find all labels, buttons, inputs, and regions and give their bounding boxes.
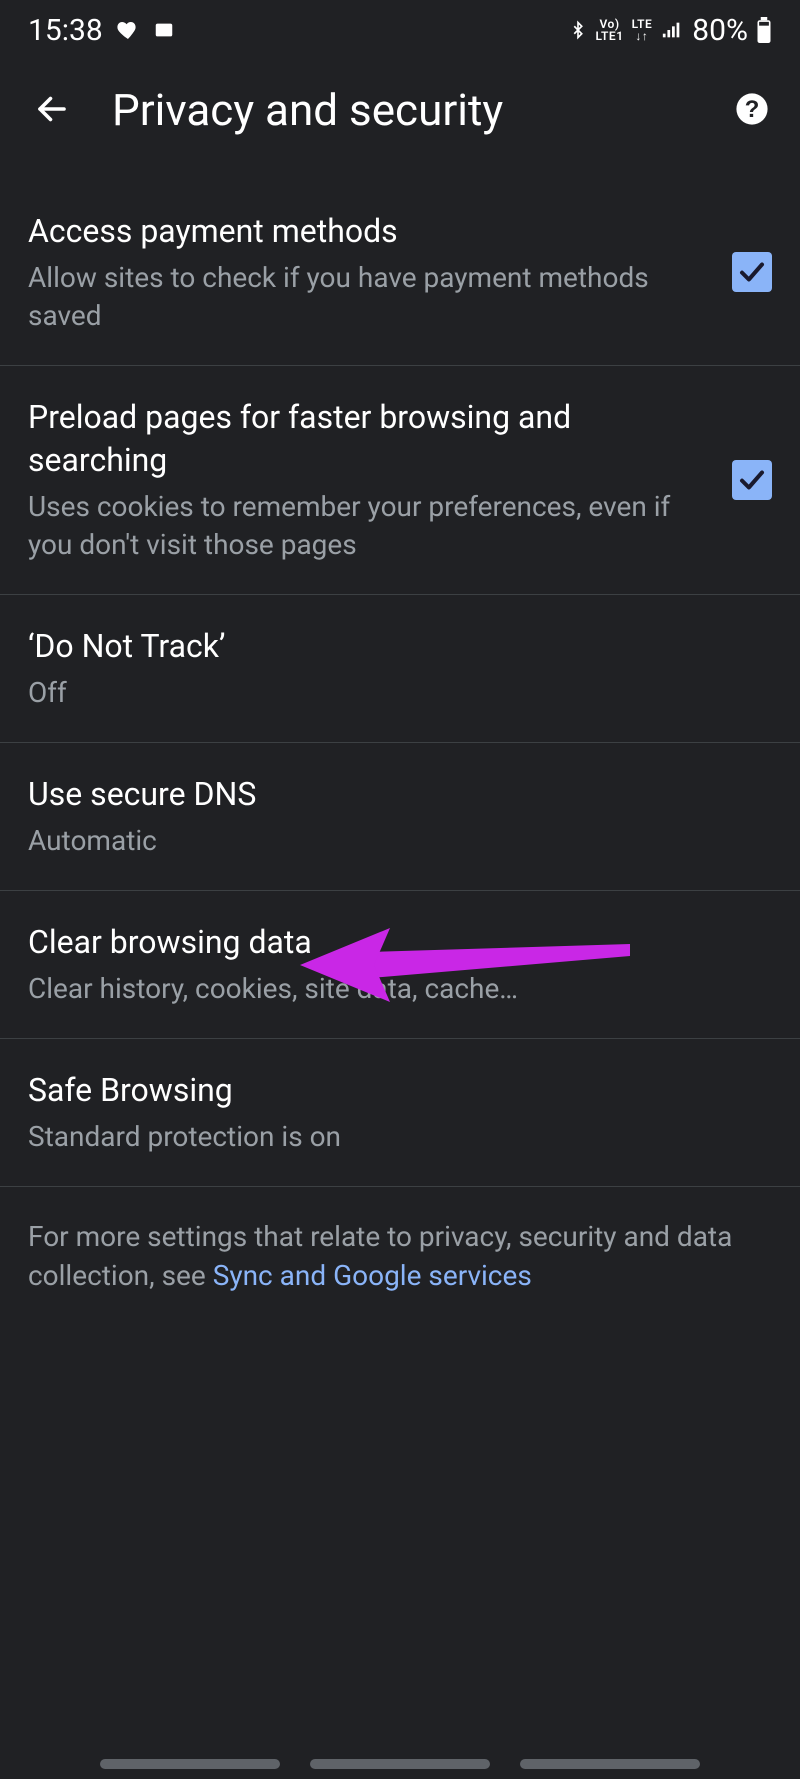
nav-pill[interactable] [310,1759,490,1769]
checkbox-preload[interactable] [732,460,772,500]
lte-data-indicator: LTE↓↑ [632,18,653,42]
setting-title: Use secure DNS [28,773,748,816]
setting-text: Access payment methods Allow sites to ch… [28,210,732,335]
status-bar: 15:38 Vo)LTE1 LTE↓↑ 80% [0,0,800,60]
battery-percent: 80% [692,13,748,48]
setting-subtitle: Standard protection is on [28,1118,748,1156]
help-button[interactable]: ? [732,90,772,130]
heart-icon [115,18,141,42]
check-icon [737,257,767,287]
setting-title: Access payment methods [28,210,708,253]
setting-title: ‘Do Not Track’ [28,625,748,668]
setting-text: Safe Browsing Standard protection is on [28,1069,772,1156]
nav-pill[interactable] [100,1759,280,1769]
setting-do-not-track[interactable]: ‘Do Not Track’ Off [0,595,800,743]
status-left: 15:38 [28,13,175,48]
back-button[interactable] [28,86,76,134]
settings-list: Access payment methods Allow sites to ch… [0,160,800,1325]
setting-text: Use secure DNS Automatic [28,773,772,860]
help-icon: ? [735,92,769,129]
status-right: Vo)LTE1 LTE↓↑ 80% [569,13,772,48]
setting-subtitle: Automatic [28,822,748,860]
signal-icon [660,19,684,41]
card-icon [153,19,175,41]
arrow-left-icon [34,91,70,130]
check-icon [737,465,767,495]
page-title: Privacy and security [112,84,696,136]
lte-indicator: Vo)LTE1 [595,18,623,42]
battery-icon [756,17,772,43]
setting-access-payment-methods[interactable]: Access payment methods Allow sites to ch… [0,160,800,366]
gesture-nav-bar [0,1759,800,1769]
setting-preload-pages[interactable]: Preload pages for faster browsing and se… [0,366,800,595]
svg-text:?: ? [745,95,760,122]
setting-subtitle: Uses cookies to remember your preference… [28,488,708,564]
setting-clear-browsing-data[interactable]: Clear browsing data Clear history, cooki… [0,891,800,1039]
setting-safe-browsing[interactable]: Safe Browsing Standard protection is on [0,1039,800,1187]
setting-subtitle: Clear history, cookies, site data, cache… [28,970,748,1008]
setting-subtitle: Allow sites to check if you have payment… [28,259,708,335]
setting-title: Clear browsing data [28,921,748,964]
setting-secure-dns[interactable]: Use secure DNS Automatic [0,743,800,891]
setting-title: Preload pages for faster browsing and se… [28,396,708,482]
setting-subtitle: Off [28,674,748,712]
setting-text: Clear browsing data Clear history, cooki… [28,921,772,1008]
sync-services-link[interactable]: Sync and Google services [213,1259,532,1292]
status-time: 15:38 [28,13,103,48]
setting-title: Safe Browsing [28,1069,748,1112]
setting-text: ‘Do Not Track’ Off [28,625,772,712]
footer-note: For more settings that relate to privacy… [0,1187,800,1325]
nav-pill[interactable] [520,1759,700,1769]
app-bar: Privacy and security ? [0,60,800,160]
bluetooth-icon [569,17,587,43]
checkbox-access-payment[interactable] [732,252,772,292]
setting-text: Preload pages for faster browsing and se… [28,396,732,564]
